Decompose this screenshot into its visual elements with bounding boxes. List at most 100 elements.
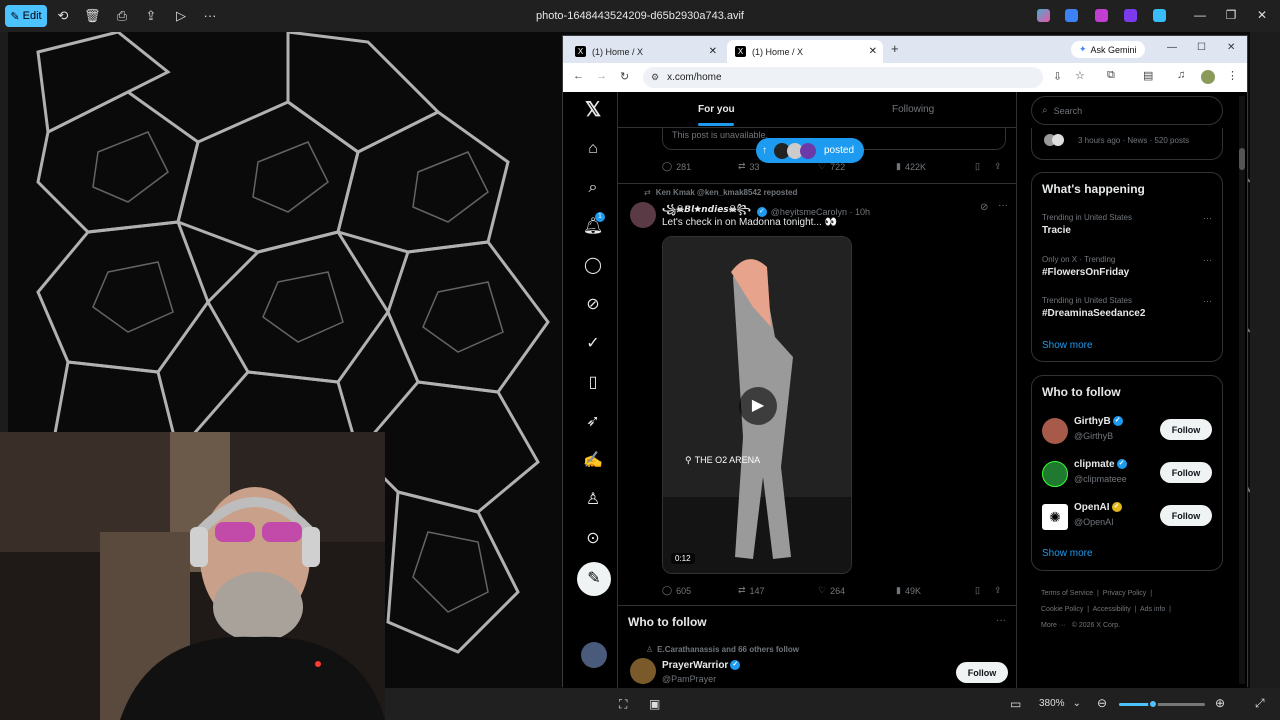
more-options-icon[interactable]: ··· [996,615,1006,626]
tab-search-icon[interactable]: ▤ [1143,69,1153,82]
forward-icon[interactable]: → [596,70,607,82]
accessibility-link[interactable]: Accessibility [1093,606,1131,613]
trend-item[interactable]: Only on X · Trending #FlowersOnFriday ··… [1042,255,1212,278]
x-logo-icon[interactable]: 𝕏 [581,98,605,122]
like-button[interactable]: ♡ 722 [818,161,845,172]
avatar[interactable] [1042,418,1068,444]
show-more-link[interactable]: Show more [1042,340,1093,351]
maximize-icon[interactable]: ☐ [1197,42,1206,53]
follow-button[interactable]: Follow [1160,462,1212,483]
follow-button[interactable]: Follow [1160,505,1212,526]
ask-gemini-button[interactable]: ✦ Ask Gemini [1071,41,1145,58]
maximize-icon[interactable]: ❐ [1223,8,1239,22]
tab-for-you[interactable]: For you [698,104,735,115]
bookmark-icon[interactable]: ▯ [975,585,980,596]
views-button[interactable]: ▮ 49K [896,585,921,596]
trend-item[interactable]: Trending in United States #DreaminaSeeda… [1042,296,1212,319]
omnibox[interactable]: ⚙ x.com/home [643,67,1043,88]
avatar[interactable] [1042,461,1068,487]
post-author-avatar[interactable] [630,202,656,228]
home-icon[interactable]: ⌂ [581,137,605,161]
bookmarks-icon[interactable]: ▯ [581,371,605,395]
zoom-level-select[interactable]: 380% ⌄ [1039,698,1081,709]
jobs-icon[interactable]: ➶ [581,410,605,434]
repost-button[interactable]: ⇄ 33 [738,161,760,172]
compose-post-button[interactable]: ✎ [577,562,611,596]
more-options-icon[interactable]: ··· [998,200,1008,211]
follow-button[interactable]: Follow [956,662,1008,683]
profile-avatar[interactable] [1201,70,1215,84]
grok-icon[interactable]: ⊘ [980,202,988,213]
tab-following[interactable]: Following [892,104,934,115]
profile-icon[interactable]: ♙ [581,488,605,512]
copilot-icon[interactable] [1037,9,1050,22]
views-button[interactable]: ▮ 422K [896,161,926,172]
fit-to-window-icon[interactable]: ▭ [1010,697,1021,711]
minimize-icon[interactable]: — [1167,42,1177,53]
close-icon[interactable]: ✕ [1254,8,1270,22]
install-icon[interactable]: ⇩ [1053,70,1062,83]
repost-button[interactable]: ⇄ 147 [738,585,765,596]
bookmark-star-icon[interactable]: ☆ [1075,69,1085,82]
reply-button[interactable]: ◯ 605 [662,585,691,596]
play-button[interactable]: ▶ [739,387,777,425]
privacy-link[interactable]: Privacy Policy [1103,590,1147,597]
back-icon[interactable]: ← [573,70,584,82]
ads-info-link[interactable]: Ads info [1140,606,1165,613]
app-icon[interactable] [1095,9,1108,22]
trend-item[interactable]: Trending in United States Tracie ··· [1042,213,1212,236]
like-button[interactable]: ♡ 264 [818,585,845,596]
suggested-account-name[interactable]: GirthyB ✓ [1074,416,1123,427]
scrollbar-thumb[interactable] [1239,148,1245,170]
reload-icon[interactable]: ↻ [620,70,629,83]
verified-orgs-icon[interactable]: ✓ [581,332,605,356]
info-icon[interactable]: ▣ [649,697,660,711]
site-info-icon[interactable]: ⚙ [651,72,659,83]
suggested-account-name[interactable]: PrayerWarrior ✓ [662,660,741,671]
share-icon[interactable]: ⇪ [994,161,1002,172]
cookie-link[interactable]: Cookie Policy [1041,606,1083,613]
terms-link[interactable]: Terms of Service [1041,590,1093,597]
show-more-link[interactable]: Show more [1042,548,1093,559]
search-icon[interactable]: ⌕ [581,176,605,200]
extensions-icon[interactable]: ⧉ [1107,69,1115,82]
zoom-in-icon[interactable]: ⊕ [1215,696,1225,710]
more-options-icon[interactable]: ··· [1203,255,1212,265]
author-handle[interactable]: @heyitsmeCarolyn · 10h [771,207,870,217]
media-icon[interactable]: ♫ [1177,69,1185,81]
new-tab-button[interactable]: + [891,41,899,56]
close-tab-icon[interactable]: ✕ [709,46,717,57]
account-avatar[interactable] [581,642,607,668]
fullscreen-icon[interactable]: ⤢ [1255,696,1265,711]
zoom-slider-thumb[interactable] [1148,699,1159,709]
scrollbar[interactable] [1239,96,1245,684]
bookmark-icon[interactable]: ▯ [975,161,980,172]
app-icon[interactable] [1065,9,1078,22]
filmstrip-icon[interactable]: ⛶ [619,697,627,712]
suggested-account-name[interactable]: OpenAI ✓ [1074,502,1122,513]
openai-logo-icon[interactable]: ✺ [1042,504,1068,530]
close-tab-icon[interactable]: ✕ [869,46,877,57]
more-options-icon[interactable]: ··· [1203,213,1212,223]
video-player[interactable]: ▶ ⚲ THE O2 ARENA 0:12 [662,236,852,574]
suggested-account-name[interactable]: clipmate ✓ [1074,459,1127,470]
app-icon[interactable] [1124,9,1137,22]
zoom-out-icon[interactable]: ⊖ [1097,696,1107,710]
more-icon[interactable]: ⊙ [581,527,605,551]
tab-x-home-1[interactable]: X (1) Home / X ✕ [567,40,723,63]
share-icon[interactable]: ⇪ [994,585,1002,596]
more-options-icon[interactable]: ··· [1203,296,1212,306]
tab-x-home-2[interactable]: X (1) Home / X ✕ [727,40,883,63]
more-link[interactable]: More ··· [1041,622,1066,629]
news-snippet[interactable]: 3 hours ago · News · 520 posts [1031,128,1223,160]
articles-icon[interactable]: ✍ [581,449,605,473]
avatar[interactable] [630,658,656,684]
reply-button[interactable]: ◯ 281 [662,161,691,172]
minimize-icon[interactable]: — [1192,8,1208,22]
messages-icon[interactable]: ◯ [581,254,605,278]
new-posts-pill[interactable]: ↑ posted [756,138,865,163]
menu-icon[interactable]: ⋮ [1227,69,1238,82]
zoom-slider[interactable] [1119,699,1205,709]
close-icon[interactable]: ✕ [1227,42,1235,53]
follow-button[interactable]: Follow [1160,419,1212,440]
